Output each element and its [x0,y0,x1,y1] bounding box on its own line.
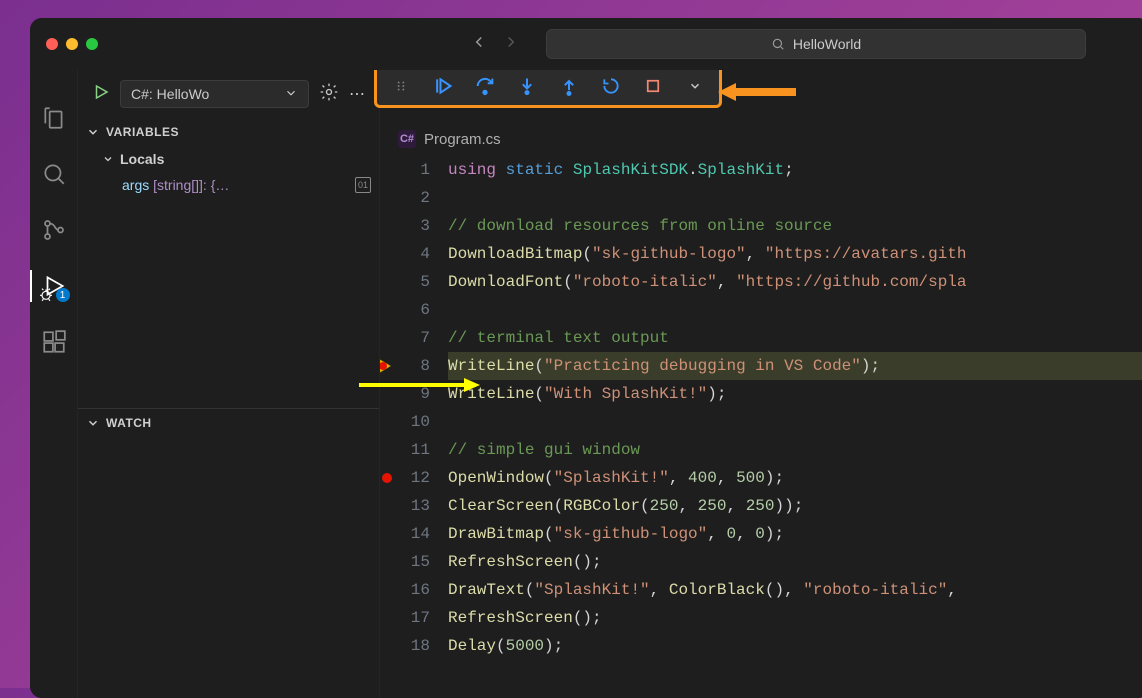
variables-section-header[interactable]: VARIABLES [78,118,379,146]
debug-config-dropdown[interactable]: C#: HelloWo [120,80,309,108]
more-actions-button[interactable]: ⋯ [349,84,365,104]
code-line: // download resources from online source [448,212,1142,240]
variable-row[interactable]: args [string[]]: {… 01 [78,172,379,198]
code-editor[interactable]: 123456789101112131415161718 using static… [380,156,1142,698]
line-number: 15 [380,548,430,576]
window-controls [46,38,98,50]
nav-arrows [470,33,520,56]
breakpoint-indicator[interactable] [382,473,392,483]
code-line [448,296,1142,324]
current-line-indicator [380,357,396,375]
csharp-file-icon: C# [398,130,416,148]
line-number: 11 [380,436,430,464]
title-text: HelloWorld [793,36,861,52]
line-number: 7 [380,324,430,352]
code-line: Delay(5000); [448,632,1142,660]
continue-button[interactable] [431,74,455,98]
code-line: ClearScreen(RGBColor(250, 250, 250)); [448,492,1142,520]
step-into-button[interactable] [515,74,539,98]
nav-back-button[interactable] [470,33,488,56]
debug-side-panel: C#: HelloWo ⋯ VARIABLES Locals arg [78,70,380,698]
code-line: DrawBitmap("sk-github-logo", 0, 0); [448,520,1142,548]
close-window-button[interactable] [46,38,58,50]
activity-bar: 1 [30,70,78,698]
locals-label: Locals [120,151,164,167]
debug-settings-button[interactable] [319,82,339,107]
line-number: 16 [380,576,430,604]
line-number: 5 [380,268,430,296]
line-number: 4 [380,240,430,268]
variables-label: VARIABLES [106,125,179,139]
line-number: 13 [380,492,430,520]
annotation-arrow-yellow [354,375,484,395]
chevron-down-icon [284,86,298,103]
variable-text: args [string[]]: {… [122,177,229,193]
debug-more-dropdown[interactable] [683,74,707,98]
line-number: 17 [380,604,430,632]
code-line: DownloadBitmap("sk-github-logo", "https:… [448,240,1142,268]
restart-button[interactable] [599,74,623,98]
line-number: 1 [380,156,430,184]
command-center-search[interactable]: HelloWorld [546,29,1086,59]
code-content: using static SplashKitSDK.SplashKit; // d… [448,156,1142,698]
code-line: // simple gui window [448,436,1142,464]
search-icon[interactable] [40,160,68,188]
view-value-icon[interactable]: 01 [355,177,371,193]
line-number: 6 [380,296,430,324]
tab-filename: Program.cs [424,131,501,148]
vscode-window: HelloWorld 1 [30,18,1142,698]
code-line: using static SplashKitSDK.SplashKit; [448,156,1142,184]
debug-toolbar [374,70,722,108]
code-line: WriteLine("With SplashKit!"); [448,380,1142,408]
step-over-button[interactable] [473,74,497,98]
locals-section[interactable]: Locals [78,146,379,172]
panel-header: C#: HelloWo ⋯ [78,70,379,118]
line-number: 3 [380,212,430,240]
source-control-icon[interactable] [40,216,68,244]
drag-handle-icon[interactable] [389,74,413,98]
editor-area: C# Program.cs 12345678910111213141516171… [380,70,1142,698]
run-debug-icon[interactable]: 1 [40,272,68,300]
line-number: 2 [380,184,430,212]
code-line [448,184,1142,212]
code-line: DrawText("SplashKit!", ColorBlack(), "ro… [448,576,1142,604]
explorer-icon[interactable] [40,104,68,132]
code-line [448,408,1142,436]
extensions-icon[interactable] [40,328,68,356]
code-line: OpenWindow("SplashKit!", 400, 500); [448,464,1142,492]
step-out-button[interactable] [557,74,581,98]
debug-config-label: C#: HelloWo [131,86,209,102]
code-line: // terminal text output [448,324,1142,352]
maximize-window-button[interactable] [86,38,98,50]
search-icon [771,37,785,51]
stop-button[interactable] [641,74,665,98]
nav-forward-button[interactable] [502,33,520,56]
line-number: 14 [380,520,430,548]
titlebar: HelloWorld [30,18,1142,70]
code-line: RefreshScreen(); [448,604,1142,632]
line-number-gutter: 123456789101112131415161718 [380,156,448,698]
watch-label: WATCH [106,416,152,430]
minimize-window-button[interactable] [66,38,78,50]
start-debug-button[interactable] [92,83,110,106]
line-number: 18 [380,632,430,660]
editor-tab[interactable]: C# Program.cs [380,122,1142,156]
line-number: 10 [380,408,430,436]
watch-section-header[interactable]: WATCH [78,409,379,437]
main-body: 1 C#: HelloWo ⋯ [30,70,1142,698]
code-line: DownloadFont("roboto-italic", "https://g… [448,268,1142,296]
code-line: RefreshScreen(); [448,548,1142,576]
annotation-arrow-orange [718,80,798,104]
debug-badge: 1 [56,288,70,302]
code-line: WriteLine("Practicing debugging in VS Co… [448,352,1142,380]
